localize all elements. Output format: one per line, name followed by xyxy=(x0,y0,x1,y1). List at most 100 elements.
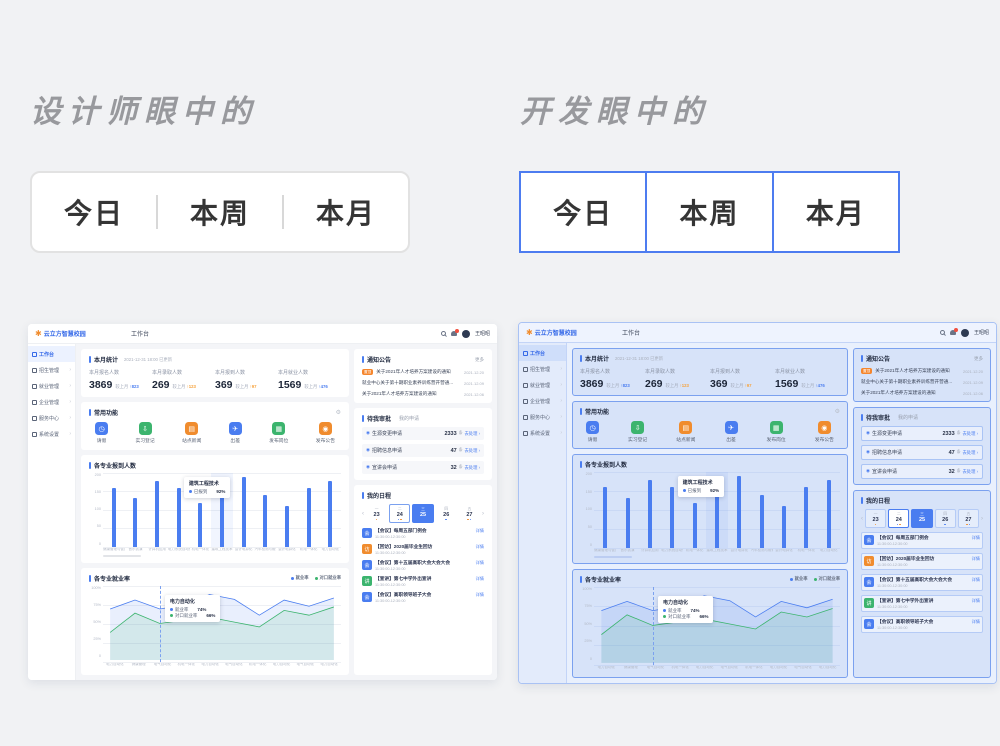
notices-list: 置顶关于2021年人才培养方案建设的通知2021.12.20 就业中心关于第十期职… xyxy=(362,369,484,397)
schedule-detail-link[interactable]: 详情 xyxy=(476,528,484,534)
approval-handle-link[interactable]: 去处理 › xyxy=(962,450,978,456)
approval-handle-link[interactable]: 去处理 › xyxy=(464,448,480,454)
schedule-detail-link[interactable]: 详情 xyxy=(476,560,484,566)
segment-week[interactable]: 本周 xyxy=(190,192,250,232)
approval-handle-link[interactable]: 去处理 › xyxy=(962,469,978,475)
chevron-right-icon: › xyxy=(560,430,562,436)
schedule-detail-link[interactable]: 详情 xyxy=(972,535,980,541)
bar-cell xyxy=(773,472,795,548)
line-plot: 电力自动化就业率74%对口就业率66% xyxy=(594,587,840,666)
calendar-day-24[interactable]: 二24 xyxy=(389,504,410,523)
notice-row[interactable]: 关于2021年人才培养方案建设的通知2021.12.06 xyxy=(362,391,484,397)
avatar[interactable] xyxy=(462,330,470,338)
schedule-detail-link[interactable]: 详情 xyxy=(972,556,980,562)
calendar-day-26[interactable]: 四26 xyxy=(935,509,956,528)
segment-month[interactable]: 本月 xyxy=(316,192,376,232)
calendar-day-27[interactable]: 五27 xyxy=(958,509,979,528)
notices-more-link[interactable]: 更多 xyxy=(974,356,983,362)
search-icon[interactable] xyxy=(940,330,945,335)
quick-action-announce[interactable]: ◉发布公告 xyxy=(316,422,335,444)
quick-action-leave[interactable]: ◷请假 xyxy=(95,422,108,444)
calendar-day-25[interactable]: 三25 xyxy=(911,509,932,528)
segment-week[interactable]: 本周 xyxy=(645,171,773,253)
quick-action-leave[interactable]: ◷请假 xyxy=(586,421,599,443)
notice-row[interactable]: 置顶关于2021年人才培养方案建设的通知2021.12.20 xyxy=(861,368,983,374)
notice-row[interactable]: 就业中心关于第十期职业素养训练营开营通...2021.12.09 xyxy=(861,379,983,385)
sidebar-item-settings[interactable]: 系统设置› xyxy=(519,425,566,441)
sidebar-item-admissions[interactable]: 招生管理› xyxy=(519,361,566,377)
gear-icon[interactable]: ⚙ xyxy=(336,409,341,416)
chevron-right-icon[interactable]: › xyxy=(981,516,983,522)
stat-delta: 较上月 ↑123 xyxy=(666,383,689,389)
calendar-day-24[interactable]: 二24 xyxy=(888,509,909,528)
calendar-day-25[interactable]: 三25 xyxy=(412,504,433,523)
chevron-left-icon[interactable]: ‹ xyxy=(362,511,364,517)
schedule-item: 会【会议】第十五届高职大会大会大会11:30:00-12:30:00详情 xyxy=(362,560,484,571)
segment-today[interactable]: 今日 xyxy=(64,192,124,232)
quick-action-label: 请假 xyxy=(588,436,598,443)
notice-row[interactable]: 关于2021年人才培养方案建设的通知2021.12.06 xyxy=(861,390,983,396)
notices-more-link[interactable]: 更多 xyxy=(475,357,484,363)
quick-action-news[interactable]: ▤站点新闻 xyxy=(182,422,201,444)
approval-handle-link[interactable]: 去处理 › xyxy=(464,465,480,471)
tooltip-value: 74% xyxy=(690,608,699,613)
header-tab-workbench[interactable]: 工作台 xyxy=(131,329,149,338)
sidebar-item-admissions[interactable]: 招生管理› xyxy=(28,362,75,378)
approvals-tab-pending[interactable]: 待我审批 xyxy=(866,413,890,422)
sidebar-item-enterprise[interactable]: 企业管理› xyxy=(519,393,566,409)
bell-icon[interactable] xyxy=(950,330,956,335)
gear-icon[interactable]: ⚙ xyxy=(835,408,840,415)
sidebar-item-employment[interactable]: 就业管理› xyxy=(519,377,566,393)
search-icon[interactable] xyxy=(441,331,446,336)
schedule-detail-link[interactable]: 详情 xyxy=(972,619,980,625)
quick-action-internship[interactable]: ⇩实习登记 xyxy=(628,421,647,443)
approval-handle-link[interactable]: 去处理 › xyxy=(464,431,480,437)
quick-action-announce[interactable]: ◉发布公告 xyxy=(815,421,834,443)
avatar[interactable] xyxy=(961,329,969,337)
quick-action-post-job[interactable]: ▦发布岗位 xyxy=(767,421,786,443)
x-tick: 机电一体化 xyxy=(246,662,270,669)
chevron-left-icon[interactable]: ‹ xyxy=(861,516,863,522)
segment-month[interactable]: 本月 xyxy=(772,171,900,253)
chevron-right-icon[interactable]: › xyxy=(482,511,484,517)
header-tab-workbench[interactable]: 工作台 xyxy=(622,328,640,337)
calendar-day-26[interactable]: 四26 xyxy=(436,504,457,523)
quick-action-post-job[interactable]: ▦发布岗位 xyxy=(269,422,288,444)
meeting-icon: 会 xyxy=(362,560,372,570)
schedule-detail-link[interactable]: 详情 xyxy=(972,598,980,604)
x-tick: 电力自动化 xyxy=(818,548,840,555)
schedule-detail-link[interactable]: 详情 xyxy=(476,576,484,582)
quick-action-news[interactable]: ▤站点新闻 xyxy=(676,421,695,443)
bell-icon[interactable] xyxy=(451,331,457,336)
y-tick: 0 xyxy=(99,542,101,546)
calendar-day-23[interactable]: 一23 xyxy=(865,509,886,528)
sidebar-item-enterprise[interactable]: 企业管理› xyxy=(28,394,75,410)
calendar-day-23[interactable]: 一23 xyxy=(366,504,387,523)
notice-row[interactable]: 置顶关于2021年人才培养方案建设的通知2021.12.20 xyxy=(362,369,484,375)
schedule-detail-link[interactable]: 详情 xyxy=(476,592,484,598)
sidebar-item-workbench[interactable]: 工作台 xyxy=(28,346,75,362)
schedule-detail-link[interactable]: 详情 xyxy=(972,577,980,583)
schedule-detail-link[interactable]: 详情 xyxy=(476,544,484,550)
quick-action-trip[interactable]: ✈出差 xyxy=(229,422,242,444)
sidebar-item-workbench[interactable]: 工作台 xyxy=(519,345,566,361)
notice-row[interactable]: 就业中心关于第十期职业素养训练营开营通...2021.12.09 xyxy=(362,380,484,386)
approval-handle-link[interactable]: 去处理 › xyxy=(962,431,978,437)
chart-tooltip: 电力自动化就业率74%对口就业率66% xyxy=(165,595,221,622)
line-chart-col: 电力自动化就业率74%对口就业率66%电力自动化健康管理电气自动化机电一体化电力… xyxy=(103,586,341,670)
approvals-tab-mine[interactable]: 我的申请 xyxy=(399,415,419,422)
segment-today[interactable]: 今日 xyxy=(519,171,647,253)
approvals-tab-pending[interactable]: 待我审批 xyxy=(367,414,391,423)
chart-scrollbar[interactable] xyxy=(103,554,341,557)
calendar-day-27[interactable]: 五27 xyxy=(459,504,480,523)
section-marker xyxy=(362,492,364,499)
approvals-tab-mine[interactable]: 我的申请 xyxy=(898,414,918,421)
sidebar-item-service[interactable]: 服务中心› xyxy=(519,409,566,425)
sidebar-item-service[interactable]: 服务中心› xyxy=(28,410,75,426)
quick-action-internship[interactable]: ⇩实习登记 xyxy=(135,422,154,444)
chart-scrollbar[interactable] xyxy=(594,555,840,558)
quick-action-trip[interactable]: ✈出差 xyxy=(725,421,738,443)
sidebar-item-label: 企业管理 xyxy=(39,399,59,406)
sidebar-item-employment[interactable]: 就业管理› xyxy=(28,378,75,394)
sidebar-item-settings[interactable]: 系统设置› xyxy=(28,426,75,442)
